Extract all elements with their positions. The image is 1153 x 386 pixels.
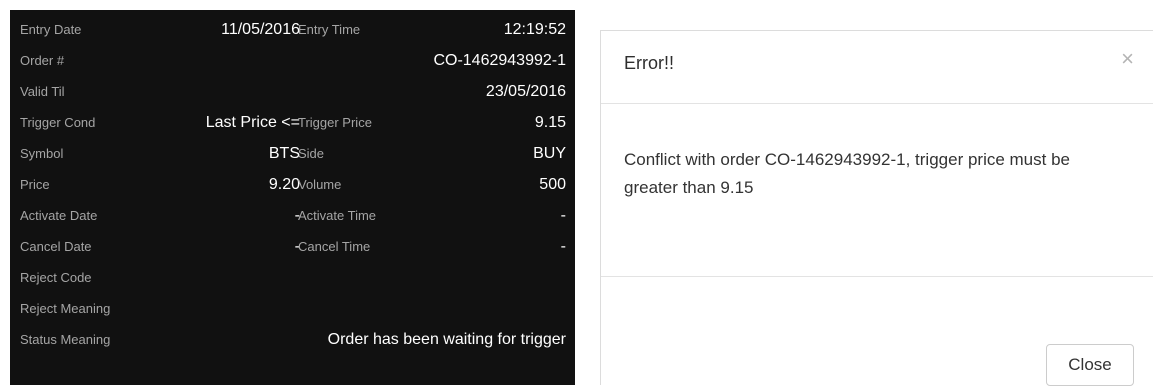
trigger-cond-value: Last Price <= [205, 114, 300, 131]
volume-value: 500 [539, 176, 566, 193]
entry-date-label: Entry Date [20, 22, 82, 37]
cancel-date-label: Cancel Date [20, 239, 92, 254]
error-modal: Error!! × Conflict with order CO-1462943… [600, 30, 1153, 386]
symbol-value: BTS [268, 145, 300, 162]
valid-til-value: 23/05/2016 [485, 83, 566, 100]
row-reject-code: Reject Code [10, 266, 575, 290]
activate-date-value: - [294, 207, 300, 224]
symbol-label: Symbol [20, 146, 64, 161]
modal-title: Error!! [624, 53, 675, 73]
row-reject-meaning: Reject Meaning [10, 297, 575, 321]
entry-date-value: 11/05/2016 [221, 21, 300, 38]
side-value: BUY [533, 145, 566, 162]
order-detail-panel: Entry Date 11/05/2016 Entry Time 12:19:5… [10, 10, 575, 385]
row-cancel: Cancel Date - Cancel Time - [10, 235, 575, 259]
status-meaning-label: Status Meaning [20, 332, 111, 347]
entry-time-value: 12:19:52 [503, 21, 566, 38]
row-order-number: Order # CO-1462943992-1 [10, 49, 575, 73]
row-trigger: Trigger Cond Last Price <= Trigger Price… [10, 111, 575, 135]
close-icon[interactable]: × [1121, 48, 1134, 70]
row-valid-til: Valid Til 23/05/2016 [10, 80, 575, 104]
row-symbol: Symbol BTS Side BUY [10, 142, 575, 166]
trigger-price-value: 9.15 [534, 114, 566, 131]
close-button[interactable]: Close [1046, 344, 1134, 386]
valid-til-label: Valid Til [20, 84, 65, 99]
activate-date-label: Activate Date [20, 208, 98, 223]
row-price: Price 9.20 Volume 500 [10, 173, 575, 197]
modal-header: Error!! × [601, 31, 1153, 104]
trigger-cond-label: Trigger Cond [20, 115, 96, 130]
order-number-value: CO-1462943992-1 [433, 52, 566, 69]
price-value: 9.20 [268, 176, 300, 193]
activate-time-value: - [560, 207, 566, 224]
reject-meaning-label: Reject Meaning [20, 301, 111, 316]
modal-footer: Close [601, 276, 1153, 386]
cancel-date-value: - [294, 238, 300, 255]
status-meaning-value: Order has been waiting for trigger [327, 331, 566, 348]
price-label: Price [20, 177, 50, 192]
order-number-label: Order # [20, 53, 65, 68]
row-entry-date: Entry Date 11/05/2016 Entry Time 12:19:5… [10, 18, 575, 42]
reject-code-label: Reject Code [20, 270, 92, 285]
cancel-time-value: - [560, 238, 566, 255]
row-activate: Activate Date - Activate Time - [10, 204, 575, 228]
error-message: Conflict with order CO-1462943992-1, tri… [624, 150, 1070, 197]
row-status-meaning: Status Meaning Order has been waiting fo… [10, 328, 575, 352]
